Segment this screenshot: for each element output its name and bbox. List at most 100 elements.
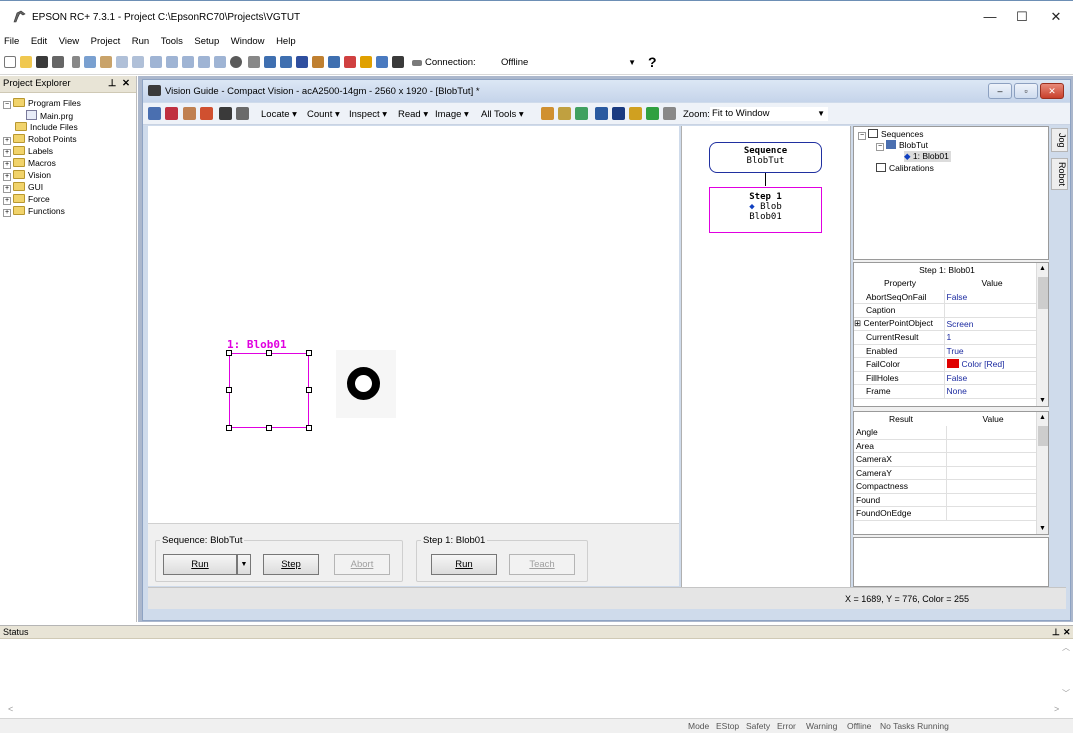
property-grid[interactable]: Step 1: Blob01 Property Value AbortSeqOnF…	[853, 262, 1049, 407]
cut-icon[interactable]	[72, 56, 80, 68]
statistics-icon[interactable]	[612, 107, 625, 120]
resize-handle[interactable]	[226, 387, 232, 393]
all-tools-menu[interactable]: All Tools ▾	[481, 109, 524, 120]
menu-help[interactable]: Help	[276, 33, 296, 50]
help-button[interactable]: ?	[648, 54, 657, 70]
result-row[interactable]: Area	[854, 439, 1038, 453]
io-icon[interactable]	[166, 56, 178, 68]
pin-icon[interactable]: ⊥	[1052, 626, 1060, 638]
run-window-icon[interactable]	[230, 56, 242, 68]
histogram-icon[interactable]	[595, 107, 608, 120]
save-icon[interactable]	[36, 56, 48, 68]
property-row[interactable]: AbortSeqOnFail False	[854, 290, 1038, 304]
run-object-icon[interactable]	[541, 107, 554, 120]
tree-gui[interactable]: + GUI	[3, 182, 43, 193]
resize-handle[interactable]	[226, 425, 232, 431]
tree-sequences[interactable]: − Sequences	[858, 129, 924, 140]
property-value[interactable]: 1	[943, 330, 1038, 345]
tree-main-prg[interactable]: Main.prg	[26, 110, 73, 121]
comment-icon[interactable]	[132, 56, 144, 68]
property-row[interactable]: ⊞ CenterPointObject Screen	[854, 317, 1038, 331]
close-window-button[interactable]: ✕	[1042, 7, 1070, 27]
tree-include-files[interactable]: Include Files	[15, 122, 78, 132]
jog-tab[interactable]: Jog	[1051, 128, 1068, 152]
property-row[interactable]: FillHoles False	[854, 371, 1038, 385]
print-icon[interactable]	[52, 56, 64, 68]
result-row[interactable]: Angle	[854, 425, 1038, 440]
locate-menu[interactable]: Locate ▾	[261, 109, 297, 120]
copy-icon[interactable]	[84, 56, 96, 68]
tree-program-files[interactable]: − Program Files	[3, 98, 81, 109]
resize-handle[interactable]	[266, 350, 272, 356]
tree-blob01[interactable]: ◆ 1: Blob01	[904, 151, 951, 162]
property-row[interactable]: Enabled True	[854, 344, 1038, 358]
result-row[interactable]: Found	[854, 493, 1038, 507]
tree-functions[interactable]: + Functions	[3, 206, 65, 217]
image-display[interactable]: 1: Blob01	[148, 126, 679, 523]
step-button[interactable]: Step	[263, 554, 319, 575]
command-window-icon[interactable]	[264, 56, 276, 68]
expand-icon[interactable]: +	[3, 173, 11, 181]
text-object-icon[interactable]	[558, 107, 571, 120]
vision-guide-icon[interactable]	[328, 56, 340, 68]
read-menu[interactable]: Read ▾	[398, 109, 428, 120]
sequence-node[interactable]: Sequence BlobTut	[709, 142, 822, 173]
list-icon[interactable]	[182, 56, 194, 68]
scroll-down-icon[interactable]: ﹀	[1062, 688, 1070, 699]
menu-tools[interactable]: Tools	[161, 33, 183, 50]
layout-icon[interactable]	[663, 107, 676, 120]
search-window[interactable]	[226, 350, 312, 431]
expand-icon[interactable]: +	[3, 149, 11, 157]
tree-vision[interactable]: + Vision	[3, 170, 51, 181]
scroll-thumb[interactable]	[1038, 426, 1048, 446]
menu-run[interactable]: Run	[132, 33, 149, 50]
property-row[interactable]: Caption	[854, 303, 1038, 318]
run-sequence-button[interactable]: Run	[163, 554, 237, 575]
result-grid[interactable]: Result Value Angle Area CameraX CameraY C…	[853, 411, 1049, 535]
expand-icon[interactable]: +	[3, 161, 11, 169]
maximize-button[interactable]: ☐	[1008, 7, 1036, 27]
scroll-left-icon[interactable]: <	[8, 704, 13, 714]
property-row[interactable]: Frame None	[854, 384, 1038, 399]
scroll-up-icon[interactable]: ︿	[1062, 642, 1070, 653]
mdi-close-button[interactable]: ✕	[1040, 83, 1064, 99]
graphics-icon[interactable]	[236, 107, 249, 120]
expand-icon[interactable]: +	[3, 197, 11, 205]
delete-sequence-icon[interactable]	[165, 107, 178, 120]
menu-project[interactable]: Project	[91, 33, 121, 50]
calibration-icon[interactable]	[575, 107, 588, 120]
menu-window[interactable]: Window	[231, 33, 265, 50]
paste-icon[interactable]	[100, 56, 112, 68]
connection-select[interactable]: Offline ▼	[498, 54, 640, 71]
io-monitor-icon[interactable]	[280, 56, 292, 68]
property-value[interactable]: Screen	[943, 317, 1038, 331]
resize-handle[interactable]	[306, 387, 312, 393]
result-row[interactable]: Compactness	[854, 479, 1038, 494]
collapse-icon[interactable]: −	[3, 101, 11, 109]
property-value[interactable]: False	[943, 371, 1038, 385]
property-row[interactable]: FailColor Color [Red]	[854, 357, 1038, 372]
tree-labels[interactable]: + Labels	[3, 146, 53, 157]
model-window-icon[interactable]	[629, 107, 642, 120]
zoom-select[interactable]: Fit to Window ▼	[709, 106, 829, 122]
color-icon[interactable]	[646, 107, 659, 120]
property-value[interactable]: None	[943, 384, 1038, 399]
count-menu[interactable]: Count ▾	[307, 109, 340, 120]
camera-icon[interactable]	[392, 56, 404, 68]
menu-setup[interactable]: Setup	[194, 33, 219, 50]
points-icon[interactable]	[150, 56, 162, 68]
pin-icon[interactable]: ⊥	[108, 76, 116, 92]
tree-calibrations[interactable]: Calibrations	[876, 163, 934, 173]
expand-icon[interactable]: ⊞	[854, 318, 861, 328]
scroll-thumb[interactable]	[1038, 277, 1048, 309]
error-log-icon[interactable]	[344, 56, 356, 68]
property-value[interactable]	[943, 303, 1038, 318]
menu-file[interactable]: File	[4, 33, 19, 50]
result-row[interactable]: FoundOnEdge	[854, 506, 1038, 521]
scroll-up-icon[interactable]: ▲	[1039, 414, 1046, 421]
robot-tab[interactable]: Robot	[1051, 158, 1068, 190]
collapse-icon[interactable]: −	[876, 143, 884, 151]
properties-icon[interactable]	[219, 107, 232, 120]
build-icon[interactable]	[198, 56, 210, 68]
open-folder-icon[interactable]	[20, 56, 32, 68]
